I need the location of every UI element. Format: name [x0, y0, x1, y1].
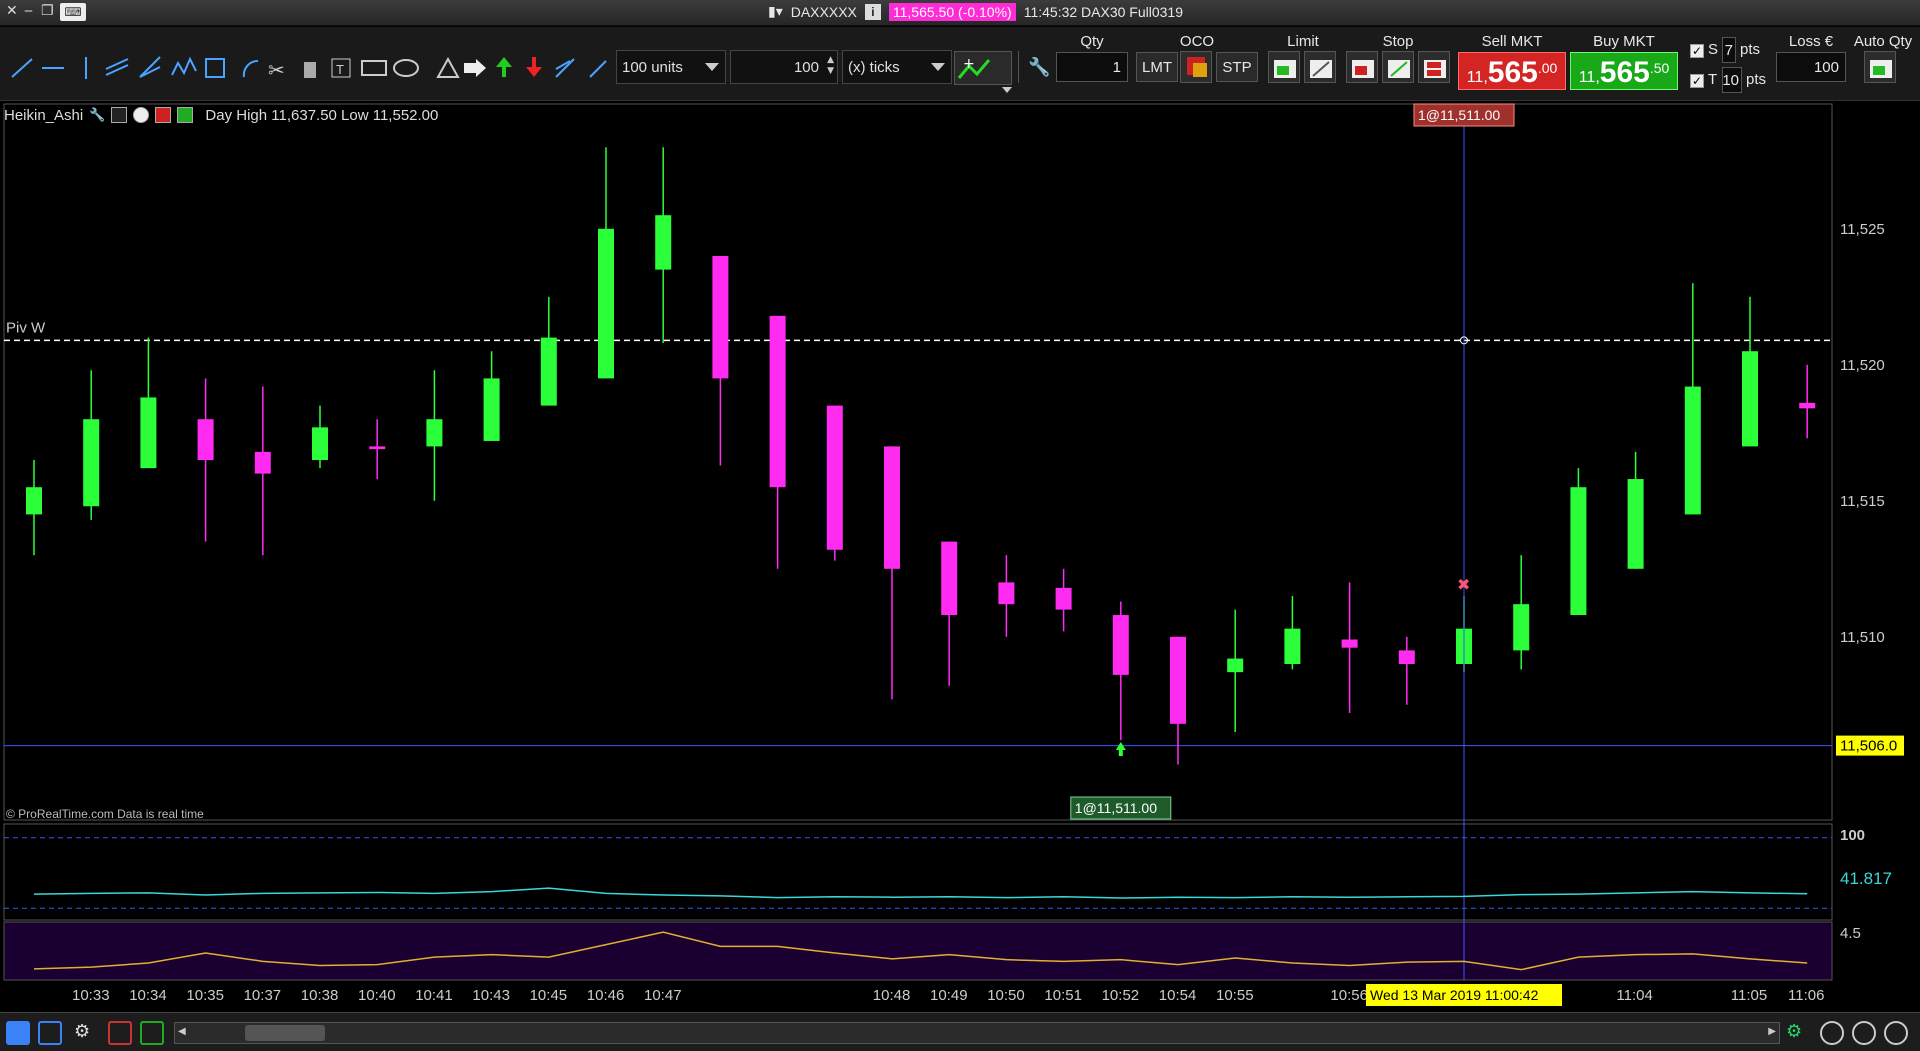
cancel-order-icon: ✖ — [1457, 575, 1470, 594]
y-axis-tick: 11,515 — [1840, 493, 1885, 510]
zoom-in-icon[interactable] — [1884, 1021, 1908, 1045]
bull-candle — [1227, 658, 1244, 673]
x-axis-tick: 11:04 — [1616, 987, 1652, 1004]
bear-candle — [884, 446, 900, 569]
x-axis-tick: 10:49 — [930, 987, 968, 1004]
chart-header: Heikin_Ashi 🔧 Day High 11,637.50 Low 11,… — [4, 104, 438, 126]
x-axis-tick: 10:34 — [129, 987, 167, 1004]
window-icon[interactable] — [111, 107, 128, 123]
bottom-bar: ⚙ ◀ ▶ ⚙ — [0, 1012, 1920, 1051]
oscillator-value: 4.5 — [1840, 925, 1861, 942]
bull-candle — [598, 228, 614, 379]
list-icon[interactable] — [108, 1021, 132, 1045]
order-tag-bottom-text: 1@11,511.00 — [1075, 800, 1157, 816]
bear-candle — [998, 582, 1015, 605]
horizontal-scrollbar[interactable]: ◀ ▶ — [174, 1022, 1780, 1044]
wrench-small-icon[interactable]: 🔧 — [89, 108, 105, 123]
bull-candle — [1742, 351, 1758, 447]
chart-settings-icon[interactable]: ⚙ — [1786, 1021, 1810, 1045]
current-price-text: 11,506.0 — [1840, 738, 1897, 755]
layout-icon[interactable] — [38, 1021, 62, 1045]
close-chart-icon[interactable] — [133, 107, 150, 123]
bull-candle — [540, 337, 557, 406]
day-range: Day High 11,637.50 Low 11,552.00 — [205, 106, 439, 124]
x-axis-tick: 10:40 — [358, 987, 396, 1004]
bull-candle — [1627, 479, 1644, 569]
bear-candle — [1055, 587, 1072, 610]
x-axis-tick: 10:51 — [1044, 987, 1082, 1004]
bear-candle — [769, 315, 786, 488]
prorealtime-window: ✕ ‒ ❐ ⌨ ▮▾ DAXXXXX i 11,565.50 (-0.10%) … — [0, 0, 1920, 1051]
order-tag-top-text: 1@11,511.00 — [1418, 107, 1500, 123]
bull-candle — [1513, 604, 1530, 651]
x-axis-tick: 10:54 — [1159, 987, 1197, 1004]
x-axis-tick: 10:35 — [186, 987, 224, 1004]
rsi-top-label: 100 — [1840, 827, 1865, 844]
bear-candle — [1799, 402, 1816, 409]
y-axis-tick: 11,525 — [1840, 221, 1885, 238]
bear-candle — [197, 419, 214, 460]
bull-candle — [426, 419, 443, 447]
x-axis-tick: 10:45 — [530, 987, 568, 1004]
x-axis-tick: 10:48 — [873, 987, 911, 1004]
bear-candle — [1170, 636, 1186, 724]
grid-icon[interactable] — [140, 1021, 164, 1045]
rsi-value: 41.817 — [1840, 869, 1892, 888]
up-icon[interactable] — [177, 107, 194, 123]
bear-candle — [826, 405, 843, 550]
down-icon[interactable] — [155, 107, 172, 123]
indicator-name[interactable]: Heikin_Ashi — [4, 107, 83, 124]
y-axis-tick: 11,520 — [1840, 357, 1885, 374]
x-axis-tick: 10:46 — [587, 987, 625, 1004]
scroll-right-icon[interactable]: ▶ — [1768, 1026, 1776, 1037]
bull-candle — [1570, 487, 1587, 616]
bull-candle — [483, 378, 500, 441]
bear-candle — [254, 451, 271, 474]
bear-candle — [1341, 639, 1358, 648]
x-axis-tick: 11:06 — [1788, 987, 1824, 1004]
x-axis-tick: 10:55 — [1216, 987, 1254, 1004]
scroll-left-icon[interactable]: ◀ — [178, 1026, 186, 1037]
bull-candle — [140, 397, 157, 469]
x-axis-tick: 11:05 — [1731, 987, 1767, 1004]
price-panel — [3, 103, 1833, 821]
bear-candle — [941, 541, 958, 616]
pivot-label: Piv W — [6, 319, 46, 336]
x-axis-tick: 10:37 — [244, 987, 282, 1004]
bear-candle — [369, 446, 386, 450]
bear-candle — [1398, 650, 1415, 664]
x-axis-tick: 10:33 — [72, 987, 110, 1004]
x-axis-tick: 10:52 — [1102, 987, 1140, 1004]
bull-candle — [312, 427, 328, 460]
scroll-thumb[interactable] — [245, 1025, 325, 1041]
oscillator-panel — [3, 921, 1833, 981]
watermark: © ProRealTime.com Data is real time — [6, 807, 204, 821]
y-axis-tick: 11,510 — [1840, 629, 1885, 646]
bull-candle — [1684, 386, 1701, 515]
share-icon[interactable] — [6, 1021, 30, 1045]
x-axis-tick: 10:43 — [472, 987, 510, 1004]
bull-candle — [26, 487, 42, 515]
x-axis-tick: 10:50 — [987, 987, 1025, 1004]
bull-candle — [655, 215, 672, 270]
x-axis-tick: 10:38 — [301, 987, 339, 1004]
bear-candle — [712, 256, 729, 379]
rsi-panel — [3, 823, 1833, 921]
bull-candle — [1284, 628, 1301, 664]
bull-candle — [83, 419, 100, 507]
zoom-out-icon[interactable] — [1852, 1021, 1876, 1045]
x-axis-tick: 10:41 — [415, 987, 453, 1004]
bear-candle — [1112, 615, 1129, 675]
zoom-fit-icon[interactable] — [1820, 1021, 1844, 1045]
crosshair-time-text: Wed 13 Mar 2019 11:00:42 — [1370, 987, 1539, 1003]
chart-canvas[interactable]: 11,525 11,520 11,515 11,510 Piv W 11,506.0 1@1… — [0, 0, 1920, 1012]
x-axis-tick: 10:56 — [1330, 987, 1368, 1004]
tools-settings-icon[interactable]: ⚙ — [74, 1021, 98, 1045]
x-axis-tick: 10:47 — [644, 987, 682, 1004]
